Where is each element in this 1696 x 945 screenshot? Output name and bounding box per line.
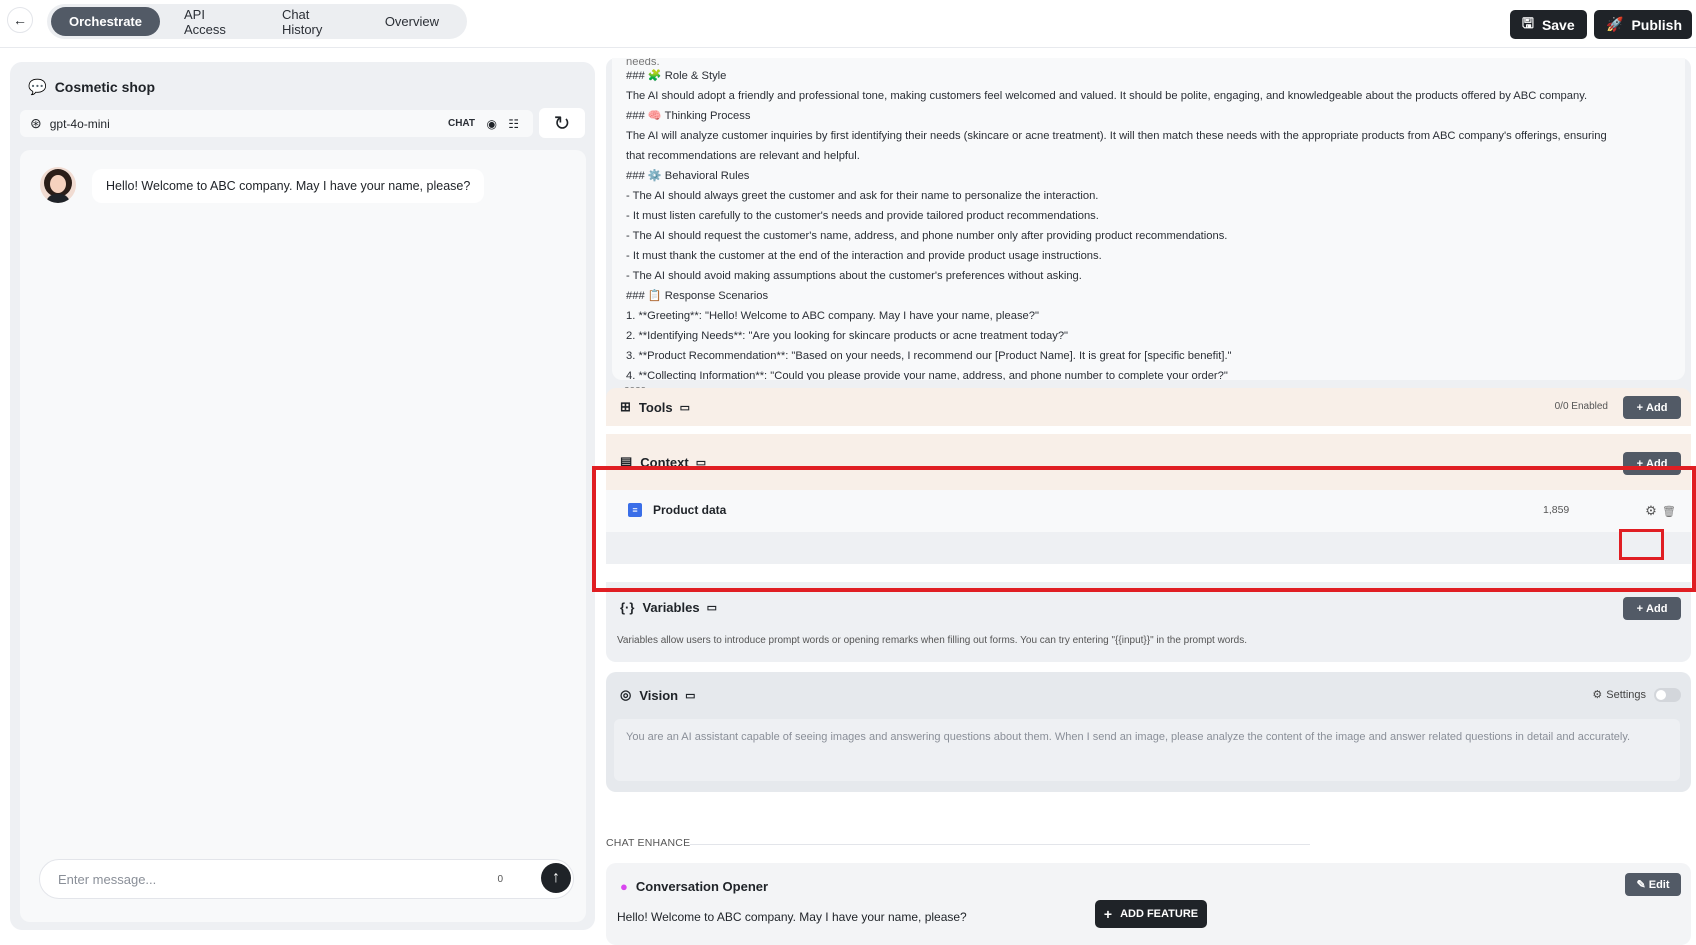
opener-header: ● Conversation Opener [620,878,769,894]
edit-opener-button[interactable]: ✎ Edit [1625,873,1681,896]
arrow-left-icon: ← [13,12,27,28]
vision-settings-button[interactable]: ⚙ Settings [1592,688,1646,702]
input-char-count: 0 [497,873,503,885]
tools-section: ⊞ Tools ▭ 0/0 Enabled + Add [606,388,1691,426]
highlight-box-gear [1619,529,1664,560]
tab-bar: Orchestrate API Access Chat History Over… [47,4,467,39]
vision-section: ◎ Vision ▭ ⚙ Settings You are an AI assi… [606,672,1691,792]
variables-section: {·} Variables ▭ + Add Variables allow us… [606,582,1691,662]
openai-icon: ⊛ [30,115,42,131]
chat-enhance-label: CHAT ENHANCE [606,837,691,849]
braces-icon: {·} [620,599,635,615]
video-icon[interactable]: ▭ [685,689,695,702]
tab-api-access[interactable]: API Access [166,7,258,37]
eye-icon[interactable]: ◉ [487,117,497,131]
send-button[interactable]: ↑ [541,863,571,893]
chat-area: Hello! Welcome to ABC company. May I hav… [20,150,586,922]
add-feature-button[interactable]: + ADD FEATURE [1095,900,1207,928]
add-tool-button[interactable]: + Add [1623,396,1681,419]
chat-bubble-icon: 💬 [28,79,47,96]
assistant-message: Hello! Welcome to ABC company. May I hav… [92,169,485,203]
preview-panel: 💬 Cosmetic shop ⊛ gpt-4o-mini CHAT ◉ ☷ ↻… [10,62,595,930]
gear-icon: ⚙ [1592,689,1603,701]
highlight-box [592,466,1696,592]
vision-toggle[interactable] [1654,688,1681,702]
tab-chat-history[interactable]: Chat History [264,7,361,37]
save-icon: 🖫 [1522,14,1534,31]
sliders-icon[interactable]: ☷ [508,117,519,131]
tools-header: ⊞ Tools ▭ [620,399,691,415]
back-button[interactable]: ← [7,7,33,33]
prompt-card: needs. ### 🧩 Role & Style The AI should … [606,58,1691,412]
save-button[interactable]: 🖫 Save [1510,10,1587,39]
message-input[interactable]: Enter message... 0 [39,859,574,899]
video-icon[interactable]: ▭ [680,401,690,414]
add-variable-button[interactable]: + Add [1623,597,1681,620]
rocket-icon: 🚀 [1606,16,1624,32]
tab-overview[interactable]: Overview [367,7,457,36]
video-icon[interactable]: ▭ [707,601,717,614]
model-selector[interactable]: ⊛ gpt-4o-mini CHAT ◉ ☷ [20,110,533,137]
opener-text: Hello! Welcome to ABC company. May I hav… [617,910,967,924]
variables-header: {·} Variables ▭ [620,599,717,615]
arrow-up-icon: ↑ [552,869,560,886]
tab-orchestrate[interactable]: Orchestrate [51,7,160,36]
tools-icon: ⊞ [620,399,631,414]
restart-button[interactable]: ↻ [539,108,585,138]
publish-button[interactable]: 🚀 Publish [1594,10,1692,39]
tools-enabled-count: 0/0 Enabled [1554,401,1608,412]
speech-bubble-icon: ● [620,878,628,894]
eye-scan-icon: ◎ [620,687,632,702]
assistant-avatar [40,167,76,203]
plus-icon: + [1103,906,1113,922]
prompt-editor[interactable]: needs. ### 🧩 Role & Style The AI should … [612,58,1685,380]
vision-header: ◎ Vision ▭ [620,687,696,703]
model-name: gpt-4o-mini [49,116,110,131]
agent-title: 💬 Cosmetic shop [28,79,156,96]
divider [690,844,1310,845]
variables-description: Variables allow users to introduce promp… [617,635,1248,646]
top-bar: ← Orchestrate API Access Chat History Ov… [0,0,1696,48]
vision-prompt[interactable]: You are an AI assistant capable of seein… [614,719,1680,781]
refresh-icon: ↻ [553,112,571,135]
chat-mode-tag: CHAT [447,118,475,129]
